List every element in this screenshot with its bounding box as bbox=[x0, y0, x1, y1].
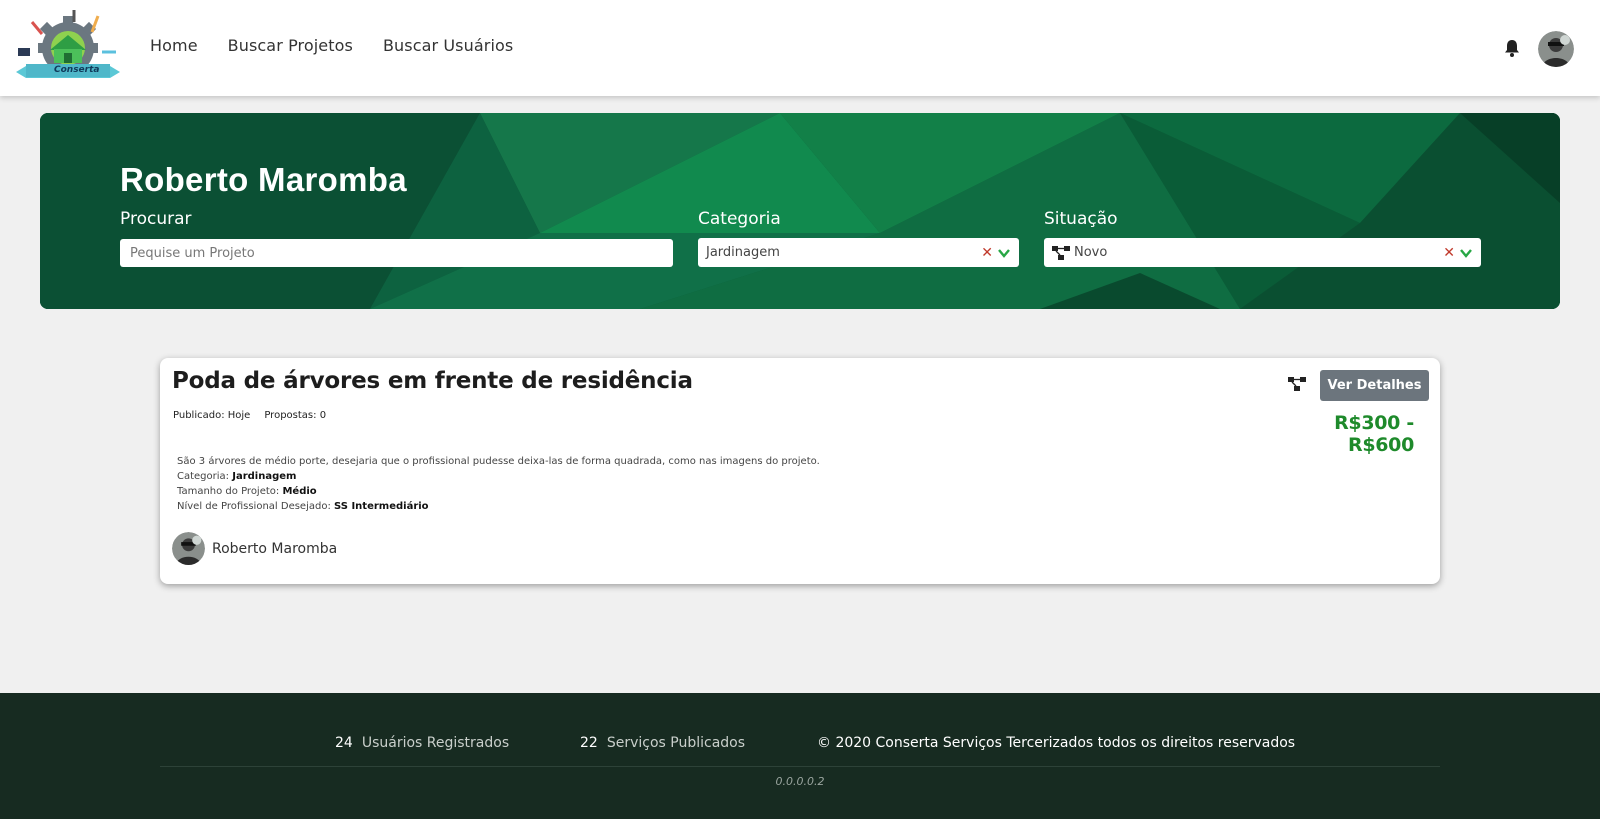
project-size: Tamanho do Projeto: Médio bbox=[177, 484, 820, 499]
nav-links: Home Buscar Projetos Buscar Usuários bbox=[150, 36, 513, 55]
status-label: Situação bbox=[1044, 209, 1118, 229]
project-description: São 3 árvores de médio porte, desejaria … bbox=[177, 456, 820, 467]
services-label: Serviços Publicados bbox=[606, 735, 746, 751]
footer-divider bbox=[160, 766, 1440, 767]
version: 0.0.0.0.2 bbox=[775, 775, 825, 788]
clear-icon[interactable]: ✕ bbox=[1443, 245, 1455, 261]
users-stat: 24 Usuários Registrados bbox=[335, 735, 509, 751]
services-count: 22 bbox=[580, 735, 598, 751]
category-value: Jardinagem bbox=[232, 471, 297, 482]
logo-text: Conserta bbox=[54, 65, 100, 75]
chevron-down-icon[interactable] bbox=[997, 246, 1011, 260]
proposals-label: Propostas: bbox=[264, 410, 317, 421]
published-value: Hoje bbox=[227, 410, 251, 421]
details-button[interactable]: Ver Detalhes bbox=[1320, 370, 1429, 401]
search-label: Procurar bbox=[120, 209, 192, 229]
owner-name[interactable]: Roberto Maromba bbox=[212, 541, 337, 557]
chevron-down-icon[interactable] bbox=[1459, 246, 1473, 260]
nav-home[interactable]: Home bbox=[150, 36, 198, 55]
users-count: 24 bbox=[335, 735, 353, 751]
size-value: Médio bbox=[282, 486, 317, 497]
project-meta: Publicado: Hoje Propostas: 0 bbox=[173, 410, 326, 421]
project-category: Categoria: Jardinagem bbox=[177, 469, 820, 484]
level-value: SS Intermediário bbox=[334, 501, 429, 512]
navbar: Conserta Home Buscar Projetos Buscar Usu… bbox=[0, 0, 1600, 96]
clear-icon[interactable]: ✕ bbox=[981, 245, 993, 261]
logo[interactable]: Conserta bbox=[12, 8, 124, 88]
search-input[interactable] bbox=[120, 239, 673, 267]
category-value: Jardinagem bbox=[706, 245, 780, 260]
price-range: R$300 - R$600 bbox=[1334, 412, 1414, 456]
published-label: Publicado: bbox=[173, 410, 225, 421]
network-icon bbox=[1052, 245, 1070, 260]
project-card: Poda de árvores em frente de residência … bbox=[160, 358, 1440, 584]
published-info: Publicado: Hoje bbox=[173, 410, 250, 421]
hero-banner: Roberto Maromba Procurar Categoria Jardi… bbox=[40, 113, 1560, 309]
project-description-block: São 3 árvores de médio porte, desejaria … bbox=[177, 454, 820, 514]
owner-avatar[interactable] bbox=[172, 532, 205, 565]
proposals-value: 0 bbox=[319, 410, 327, 421]
user-avatar[interactable] bbox=[1538, 31, 1574, 67]
category-label: Categoria: bbox=[177, 471, 230, 482]
users-label: Usuários Registrados bbox=[361, 735, 510, 751]
services-stat: 22 Serviços Publicados bbox=[580, 735, 745, 751]
status-select[interactable]: Novo ✕ bbox=[1044, 238, 1481, 267]
project-level: Nível de Profissional Desejado: SS Inter… bbox=[177, 499, 820, 514]
page-title: Roberto Maromba bbox=[120, 161, 407, 198]
network-icon bbox=[1288, 377, 1306, 391]
category-select[interactable]: Jardinagem ✕ bbox=[698, 238, 1019, 267]
size-label: Tamanho do Projeto: bbox=[177, 486, 280, 497]
footer: 24 Usuários Registrados 22 Serviços Public… bbox=[0, 693, 1600, 819]
nav-buscar-usuarios[interactable]: Buscar Usuários bbox=[383, 36, 513, 55]
proposals-info: Propostas: 0 bbox=[264, 410, 326, 421]
status-value: Novo bbox=[1074, 245, 1108, 260]
category-label: Categoria bbox=[698, 209, 781, 229]
nav-buscar-projetos[interactable]: Buscar Projetos bbox=[228, 36, 353, 55]
bell-icon[interactable] bbox=[1502, 38, 1522, 58]
copyright: © 2020 Conserta Serviços Tercerizados to… bbox=[817, 735, 1296, 751]
project-owner[interactable]: Roberto Maromba bbox=[172, 532, 337, 565]
level-label: Nível de Profissional Desejado: bbox=[177, 501, 331, 512]
status-value-wrap: Novo bbox=[1052, 245, 1443, 260]
project-title: Poda de árvores em frente de residência bbox=[172, 368, 693, 394]
